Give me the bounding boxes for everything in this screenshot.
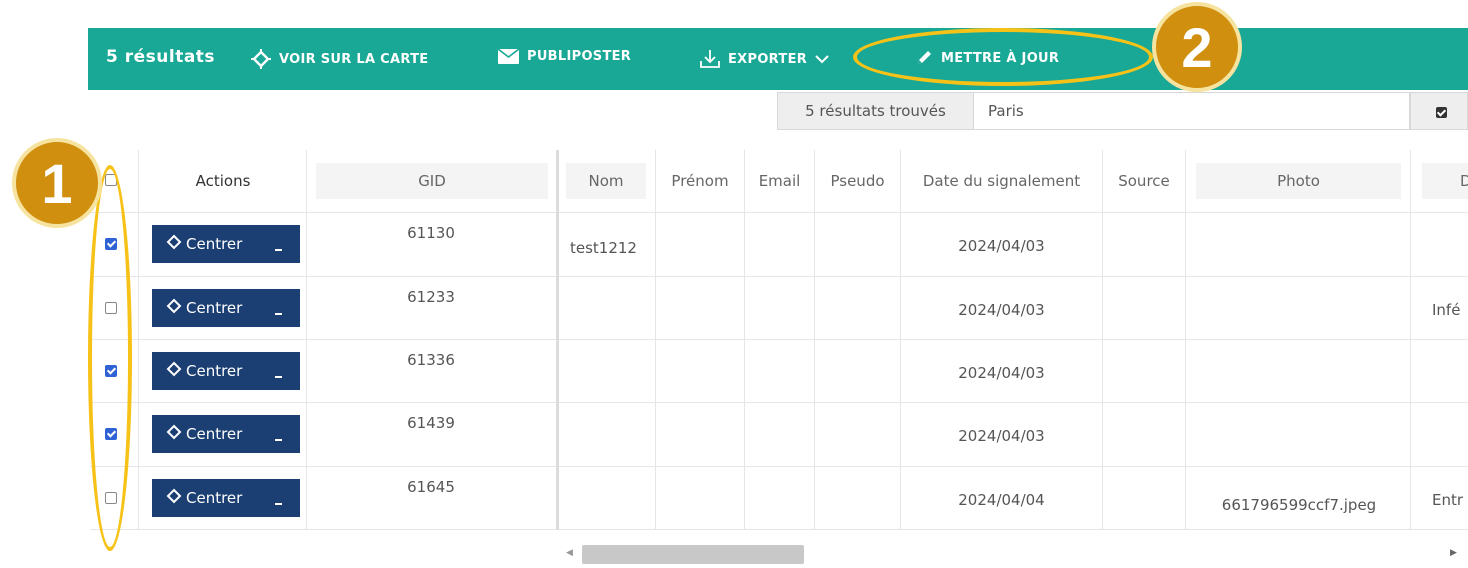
cell-date: 2024/04/03	[958, 237, 1045, 255]
cell-date: 2024/04/03	[958, 301, 1045, 319]
cell-photo: 661796599ccf7.jpeg	[1221, 496, 1377, 514]
column-header-next-label: D	[1422, 163, 1468, 199]
cell-date: 2024/04/03	[958, 364, 1045, 382]
column-divider	[306, 150, 307, 530]
cell-next: Infé	[1432, 301, 1461, 319]
column-header-prenom[interactable]: Prénom	[656, 150, 744, 212]
column-divider	[1185, 150, 1186, 530]
row-divider	[90, 402, 1468, 403]
center-button[interactable]: Centrer	[152, 479, 300, 517]
column-divider	[1410, 150, 1411, 530]
center-button-label: Centrer	[186, 489, 243, 507]
row-divider	[90, 276, 1468, 277]
center-button-label: Centrer	[186, 362, 243, 380]
column-header-nom[interactable]: Nom	[566, 150, 646, 212]
center-button-label: Centrer	[186, 299, 243, 317]
search-input[interactable]	[974, 92, 1410, 130]
crosshair-icon	[166, 488, 182, 508]
checkbox-icon	[1436, 107, 1447, 118]
annotation-marker-2: 2	[1152, 2, 1242, 92]
view-map-button[interactable]: VOIR SUR LA CARTE	[251, 49, 428, 69]
center-button[interactable]: Centrer	[152, 352, 300, 390]
cell-gid: 61645	[407, 478, 455, 496]
center-button[interactable]: Centrer	[152, 289, 300, 327]
column-header-next[interactable]: D	[1422, 150, 1468, 212]
crosshair-icon	[166, 424, 182, 444]
annotation-ellipse-checkboxes	[88, 165, 132, 551]
dropdown-caret-icon[interactable]	[275, 249, 282, 251]
column-header-gid[interactable]: GID	[316, 150, 548, 212]
frozen-column-divider[interactable]	[556, 150, 559, 530]
horizontal-scrollbar-thumb[interactable]	[582, 545, 804, 564]
cell-gid: 61130	[407, 224, 455, 242]
crosshair-icon	[166, 234, 182, 254]
cell-date: 2024/04/04	[958, 491, 1045, 509]
row-divider	[90, 339, 1468, 340]
cell-nom: test1212	[570, 239, 637, 257]
column-header-photo[interactable]: Photo	[1196, 150, 1401, 212]
mail-merge-button[interactable]: PUBLIPOSTER	[498, 49, 631, 64]
column-header-nom-label: Nom	[566, 163, 646, 199]
column-header-date[interactable]: Date du signalement	[901, 150, 1102, 212]
cell-date: 2024/04/03	[958, 427, 1045, 445]
dropdown-caret-icon[interactable]	[275, 503, 282, 505]
annotation-ellipse-update	[853, 28, 1153, 86]
column-header-pseudo[interactable]: Pseudo	[815, 150, 900, 212]
view-map-label: VOIR SUR LA CARTE	[279, 51, 429, 67]
scroll-right-arrow-icon[interactable]: ▶	[1450, 548, 1457, 558]
annotation-marker-1: 1	[12, 138, 102, 228]
column-header-photo-label: Photo	[1196, 163, 1401, 199]
results-found-label: 5 résultats trouvés	[777, 92, 974, 130]
dropdown-caret-icon[interactable]	[275, 439, 282, 441]
center-button-label: Centrer	[186, 425, 243, 443]
cell-gid: 61439	[407, 414, 455, 432]
row-divider	[90, 529, 1468, 530]
crosshair-icon	[166, 361, 182, 381]
cell-gid: 61336	[407, 351, 455, 369]
results-count: 5 résultats	[106, 47, 216, 67]
export-label: EXPORTER	[728, 51, 808, 67]
cell-gid: 61233	[407, 288, 455, 306]
column-header-actions: Actions	[195, 172, 251, 190]
mail-merge-label: PUBLIPOSTER	[527, 49, 632, 64]
download-icon	[700, 49, 720, 69]
dropdown-caret-icon[interactable]	[275, 313, 282, 315]
scroll-left-arrow-icon[interactable]: ◀	[566, 548, 573, 558]
column-header-source[interactable]: Source	[1103, 150, 1185, 212]
row-divider	[90, 466, 1468, 467]
column-header-gid-label: GID	[316, 163, 548, 199]
center-button-label: Centrer	[186, 235, 243, 253]
dropdown-caret-icon[interactable]	[275, 376, 282, 378]
results-toolbar: 5 résultats VOIR SUR LA CARTE PUBLIPOSTE…	[88, 28, 1468, 90]
crosshair-icon	[166, 298, 182, 318]
crosshair-icon	[251, 49, 271, 69]
column-divider	[138, 150, 139, 530]
column-header-email[interactable]: Email	[745, 150, 814, 212]
center-button[interactable]: Centrer	[152, 415, 300, 453]
row-divider	[90, 212, 1468, 213]
center-button[interactable]: Centrer	[152, 225, 300, 263]
envelope-icon	[498, 49, 519, 64]
chevron-down-icon[interactable]	[815, 54, 829, 64]
cell-next: Entr	[1432, 491, 1464, 509]
export-button[interactable]: EXPORTER	[700, 49, 829, 69]
search-options-toggle[interactable]	[1410, 92, 1468, 130]
